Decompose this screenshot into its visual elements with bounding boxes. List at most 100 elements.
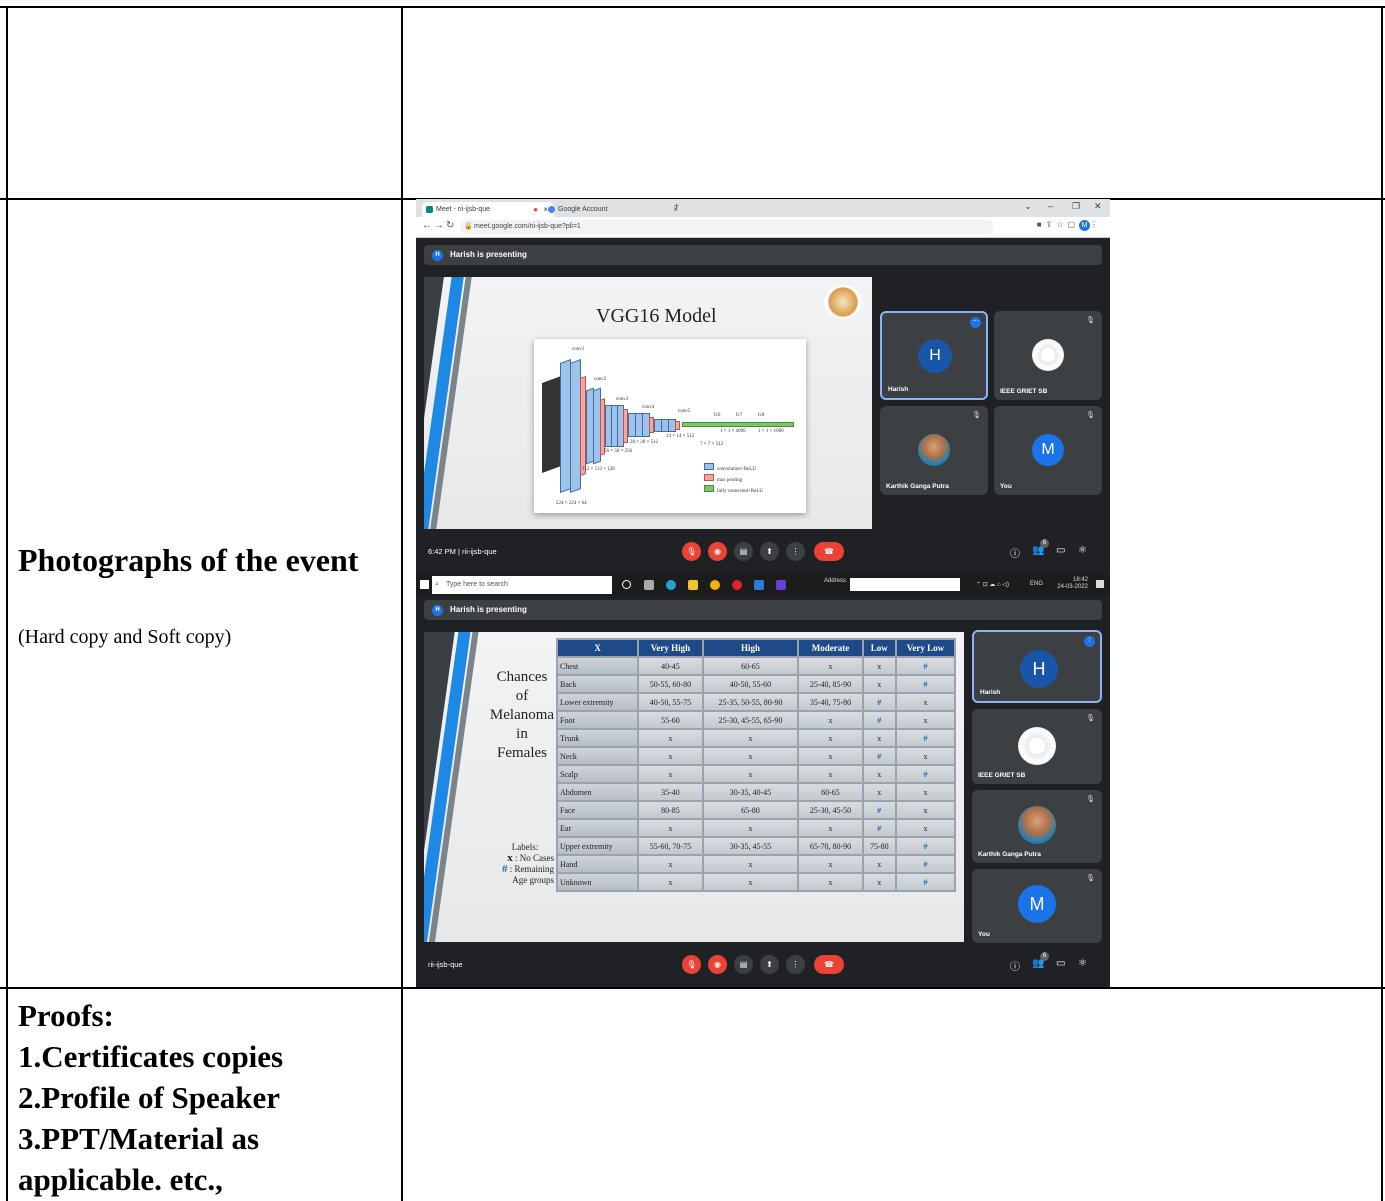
chat-icon[interactable]: ▭ bbox=[1056, 545, 1065, 556]
maximize-button[interactable]: ❐ bbox=[1072, 201, 1080, 212]
activities-icon[interactable]: ⚛ bbox=[1078, 958, 1087, 969]
table-cell: x bbox=[703, 730, 798, 746]
url-field[interactable]: 🔒 meet.google.com/rii-ijsb-que?pli=1 bbox=[460, 220, 994, 234]
notification-icon[interactable] bbox=[1096, 580, 1104, 588]
presentation-slide: VGG16 Model conv1 conv2 conv3 conv4 conv… bbox=[424, 277, 872, 529]
participant-tile-you[interactable]: M 🎙︎ You bbox=[994, 406, 1102, 495]
info-icon[interactable]: ⓘ bbox=[1010, 958, 1020, 973]
table-cell: 65-80 bbox=[703, 802, 798, 818]
participant-tile-you[interactable]: M 🎙︎ You bbox=[972, 869, 1102, 943]
table-row: Hand x x x x # bbox=[558, 856, 954, 872]
camera-toggle-button[interactable]: ◉ bbox=[708, 955, 727, 974]
taskbar-search-input[interactable]: ⌕ Type here to search bbox=[432, 576, 612, 594]
opera-icon[interactable] bbox=[732, 580, 742, 590]
more-options-button[interactable]: ⋮ bbox=[786, 955, 805, 974]
windows-start-icon[interactable] bbox=[420, 580, 429, 589]
sidepanel-icon[interactable]: ▢ bbox=[1067, 220, 1079, 229]
participant-tile-harish[interactable]: H ⦙ Harish bbox=[972, 630, 1102, 703]
bookmark-star-icon[interactable]: ☆ bbox=[1056, 220, 1067, 229]
tab-meet[interactable]: Meet - rii-ijsb-que ● × bbox=[422, 202, 554, 217]
chat-icon[interactable]: ▭ bbox=[1056, 958, 1065, 969]
table-row: Back 50-55, 60-80 40-50, 55-60 25-40, 85-90… bbox=[558, 676, 954, 692]
mic-off-icon: 🎙︎ bbox=[1086, 412, 1095, 419]
vk-icon[interactable] bbox=[776, 580, 786, 590]
info-icon[interactable]: ⓘ bbox=[1010, 545, 1020, 560]
table-cell: 40-45 bbox=[639, 658, 702, 674]
file-explorer-icon[interactable] bbox=[688, 580, 698, 590]
mic-toggle-button[interactable]: 🎙︎ bbox=[682, 955, 701, 974]
table-row-label: Trunk bbox=[558, 730, 638, 746]
table-row: Trunk x x x x # bbox=[558, 730, 954, 746]
minimize-button[interactable]: – bbox=[1048, 201, 1053, 211]
table-cell: 60-65 bbox=[703, 658, 798, 674]
table-cell: x bbox=[639, 748, 702, 764]
diagram-label: fc6 bbox=[714, 413, 721, 418]
table-border-middle bbox=[401, 6, 403, 1201]
table-cell: 35-40 bbox=[639, 784, 702, 800]
more-options-icon[interactable]: ⋯ bbox=[970, 317, 981, 328]
participant-tile-harish[interactable]: H ⋯ Harish bbox=[880, 311, 988, 400]
language-indicator[interactable]: ENG bbox=[1030, 581, 1043, 587]
participant-photo bbox=[1018, 806, 1056, 844]
meet-screenshot-1: Meet - rii-ijsb-que ● × Google Account ×… bbox=[416, 199, 1110, 596]
activities-icon[interactable]: ⚛ bbox=[1078, 545, 1087, 556]
table-border-top bbox=[0, 6, 1385, 8]
table-cell: x bbox=[703, 874, 798, 890]
participant-tile-ieee[interactable]: 🎙︎ IEEE GRIET SB bbox=[972, 709, 1102, 784]
new-tab-button[interactable]: + bbox=[674, 201, 679, 211]
menu-kebab-icon[interactable]: ⋮ bbox=[1090, 220, 1102, 229]
share-icon[interactable]: ⇪ bbox=[1046, 220, 1057, 229]
back-arrow-icon[interactable]: ← bbox=[422, 220, 432, 231]
cortana-icon[interactable] bbox=[622, 580, 631, 589]
photographs-sublabel: (Hard copy and Soft copy) bbox=[18, 626, 232, 648]
legend-swatch bbox=[704, 474, 714, 481]
tab-search-icon[interactable]: ⌄ bbox=[1024, 201, 1032, 212]
table-cell: 55-60, 70-75 bbox=[639, 838, 702, 854]
task-view-icon[interactable] bbox=[644, 580, 654, 590]
table-cell: x bbox=[799, 874, 862, 890]
camera-icon[interactable]: ■ bbox=[1037, 220, 1046, 229]
table-cell: # bbox=[896, 838, 954, 854]
meet-screenshot-2: H Harish is presenting Chances of Melano… bbox=[416, 596, 1110, 987]
edge-icon[interactable] bbox=[666, 580, 676, 590]
leave-call-button[interactable]: ☎ bbox=[814, 955, 844, 974]
meeting-time-code: 6:42 PM | rii-ijsb-que bbox=[428, 547, 497, 556]
profile-avatar[interactable]: M bbox=[1079, 220, 1090, 231]
recording-dot-icon: ● bbox=[533, 205, 538, 214]
captions-button[interactable]: ▤ bbox=[734, 542, 753, 561]
participant-tile-karthik[interactable]: 🎙︎ Karthik Ganga Putra bbox=[972, 790, 1102, 863]
tab-label: Google Account bbox=[558, 206, 608, 213]
participant-tile-karthik[interactable]: 🎙︎ Karthik Ganga Putra bbox=[880, 406, 988, 495]
app-icon[interactable] bbox=[754, 580, 764, 590]
diagram-label: 28 × 28 × 512 bbox=[630, 440, 659, 445]
table-cell: 25-35, 50-55, 80-90 bbox=[703, 694, 798, 710]
present-button[interactable]: ⬆ bbox=[760, 955, 779, 974]
legend-swatch bbox=[704, 485, 714, 492]
table-row: Ear x x x # x bbox=[558, 820, 954, 836]
camera-toggle-button[interactable]: ◉ bbox=[708, 542, 727, 561]
labels-hash-line: Age groups bbox=[512, 875, 554, 885]
more-options-button[interactable]: ⋮ bbox=[786, 542, 805, 561]
captions-button[interactable]: ▤ bbox=[734, 955, 753, 974]
mic-toggle-button[interactable]: 🎙︎ bbox=[682, 542, 701, 561]
participant-tile-ieee[interactable]: 🎙︎ IEEE GRIET SB bbox=[994, 311, 1102, 400]
browser-tabbar: Meet - rii-ijsb-que ● × Google Account ×… bbox=[416, 199, 1110, 217]
presenter-avatar: H bbox=[432, 250, 443, 261]
close-window-button[interactable]: ✕ bbox=[1094, 201, 1102, 212]
forward-arrow-icon[interactable]: → bbox=[434, 220, 444, 231]
table-row-label: Face bbox=[558, 802, 638, 818]
leave-call-button[interactable]: ☎ bbox=[814, 542, 844, 561]
chrome-icon[interactable] bbox=[710, 580, 720, 590]
clock[interactable]: 18:42 24-03-2022 bbox=[1057, 577, 1088, 591]
reload-icon[interactable]: ↻ bbox=[446, 220, 454, 231]
people-count-badge: 6 bbox=[1040, 539, 1049, 548]
tab-google-account[interactable]: Google Account × bbox=[544, 202, 684, 217]
address-toolbar-input[interactable] bbox=[850, 578, 960, 591]
taskbar-search-placeholder: Type here to search bbox=[446, 581, 508, 588]
presenting-text: Harish is presenting bbox=[450, 605, 527, 614]
x-symbol: x bbox=[507, 852, 513, 864]
proofs-heading: Proofs: bbox=[18, 998, 114, 1033]
present-button[interactable]: ⬆ bbox=[760, 542, 779, 561]
diagram-label: conv1 bbox=[572, 347, 585, 352]
fc-layers bbox=[682, 422, 794, 427]
